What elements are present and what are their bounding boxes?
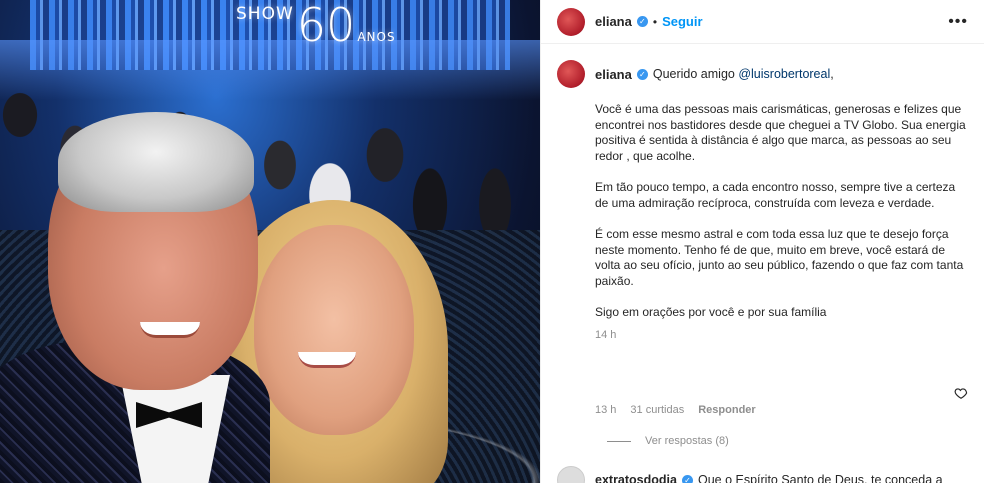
caption-username[interactable]: eliana [595,67,632,82]
reply-button[interactable]: Responder [698,404,755,416]
verified-badge-icon: ✓ [681,474,693,483]
caption-time[interactable]: 14 h [595,329,969,341]
view-replies-label: Ver respostas (8) [645,435,729,447]
caption-paragraph: Você é uma das pessoas mais carismáticas… [595,102,966,163]
caption-paragraph: É com esse mesmo astral e com toda essa … [595,227,964,288]
verified-badge-icon: ✓ [636,16,648,27]
man-hair [58,112,254,212]
woman-smile [298,352,356,368]
like-heart-icon[interactable] [954,386,968,400]
man-smile [140,322,200,338]
view-replies-button[interactable]: Ver respostas (8) [607,435,729,447]
mention-suffix: , [830,67,834,81]
post-header: eliana ✓ • Seguir ••• [541,0,984,44]
woman-face [254,225,414,435]
verified-badge-icon: ✓ [636,68,648,80]
separator-dot: • [652,14,658,29]
more-options-icon[interactable]: ••• [948,13,968,31]
replies-divider [607,440,631,442]
comment-time[interactable]: 13 h [595,404,616,416]
post-caption: eliana ✓ Querido amigo @luisrobertoreal,… [557,60,969,341]
caption-paragraph: Em tão pouco tempo, a cada encontro noss… [595,180,956,210]
caption-header: eliana ✓ Querido amigo @luisrobertoreal, [557,60,969,88]
header-username[interactable]: eliana [595,14,632,29]
comment-item: extratosdodia ✓ Que o Espírito Santo de … [557,466,977,483]
comment-username[interactable]: extratosdodia [595,473,677,483]
follow-button[interactable]: Seguir [662,14,702,29]
caption-paragraph: Sigo em orações por você e por sua famíl… [595,305,827,319]
caption-greeting: Querido amigo @luisrobertoreal, [653,67,834,81]
comment-avatar[interactable] [557,466,585,483]
mention-link[interactable]: @luisrobertoreal [738,67,830,81]
caption-avatar[interactable] [557,60,585,88]
post-side-panel: eliana ✓ • Seguir ••• eliana ✓ Querido a… [540,0,984,483]
comment-meta: 13 h 31 curtidas Responder [595,404,756,416]
show-60-logo: SHOW60 ANOS [236,0,396,52]
comment-likes[interactable]: 31 curtidas [630,404,684,416]
comment-text: Que o Espírito Santo de Deus, te conceda… [697,473,943,483]
caption-body: Você é uma das pessoas mais carismáticas… [595,102,969,321]
greeting-text: Querido amigo [652,67,735,81]
avatar[interactable] [557,7,585,36]
post-photo[interactable]: SHOW60 ANOS [0,0,540,483]
